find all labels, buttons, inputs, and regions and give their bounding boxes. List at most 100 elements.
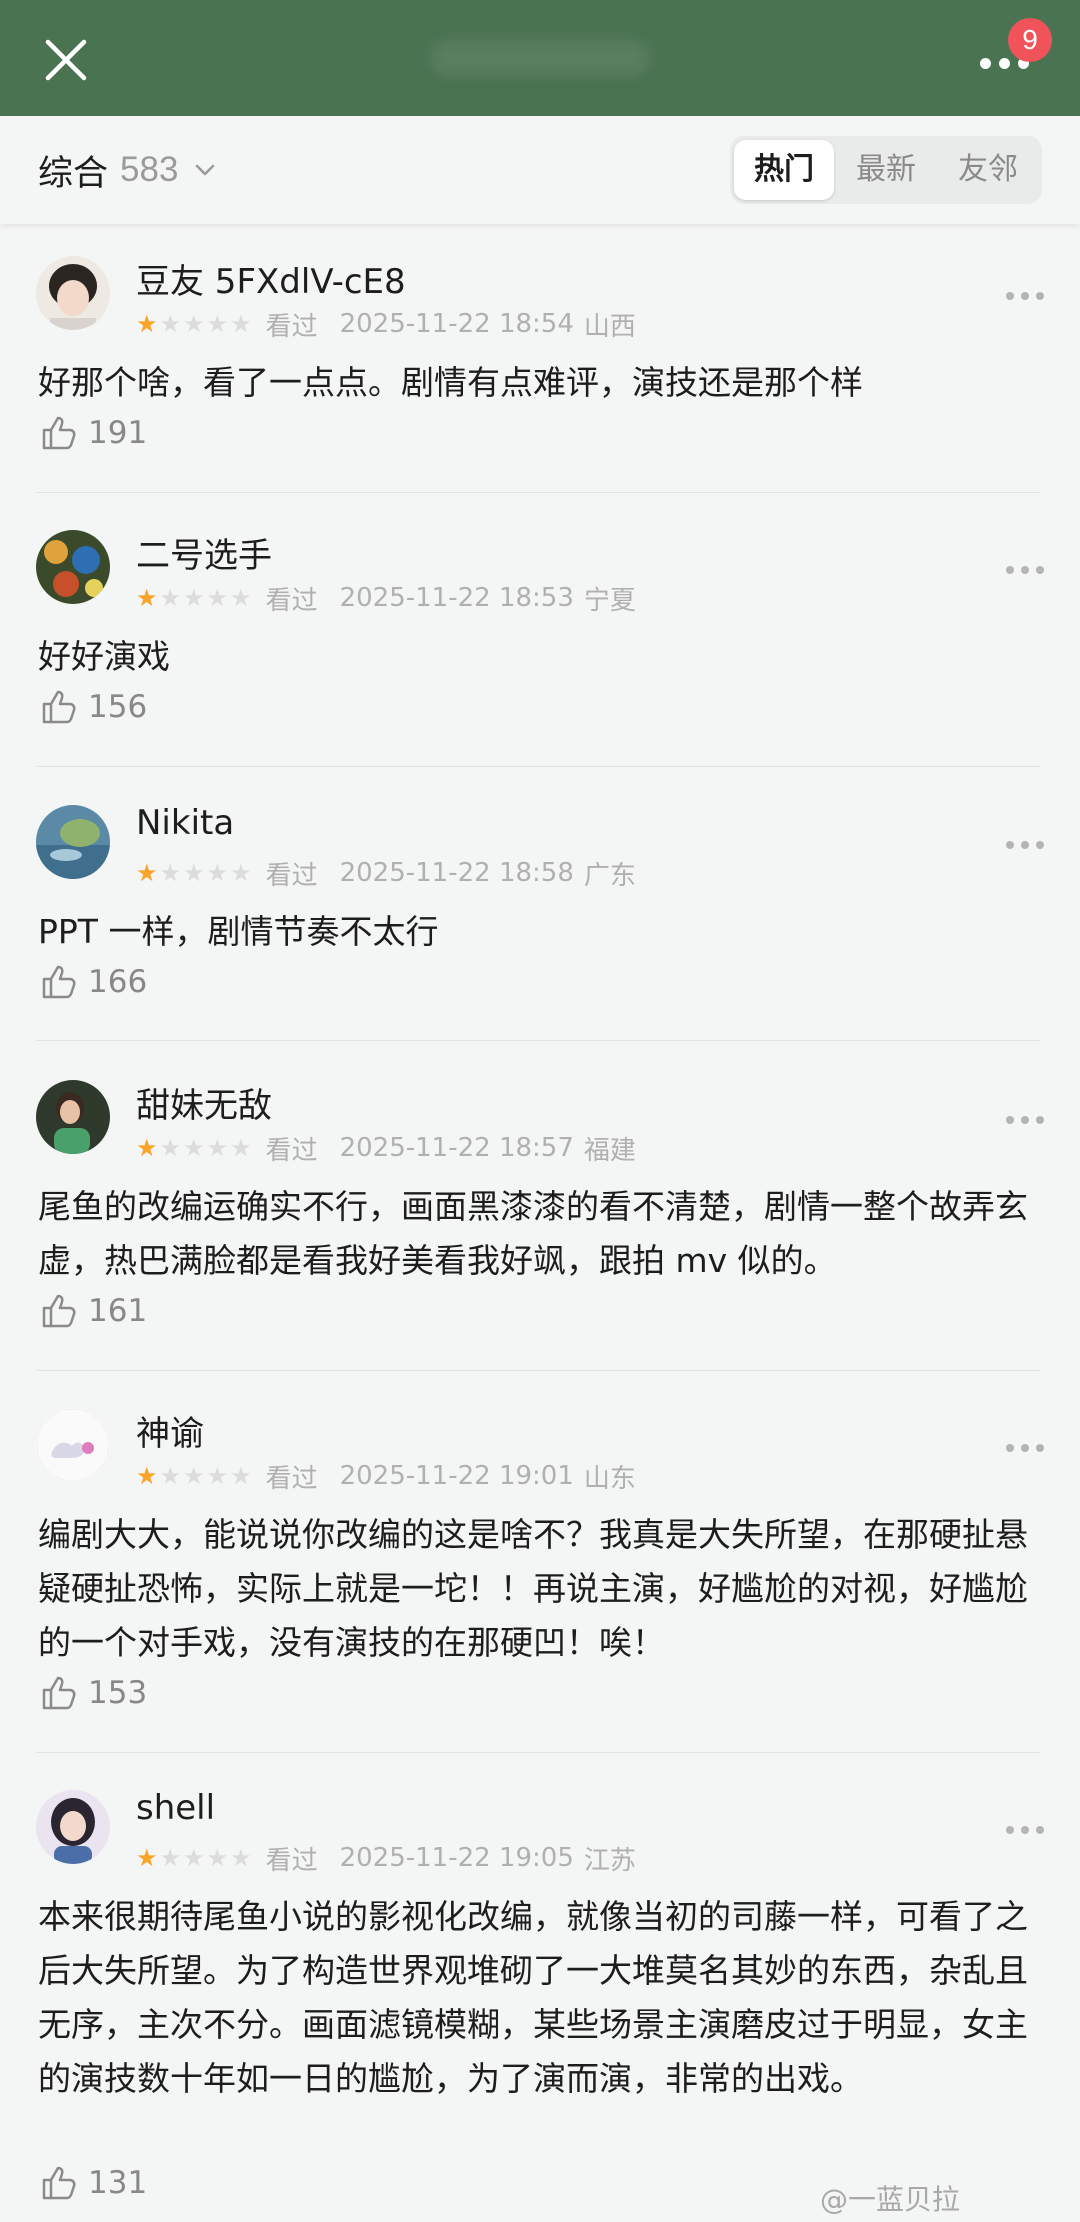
star-icon: ★ bbox=[183, 1462, 205, 1490]
star-rating: ★ ★ ★ ★ ★ bbox=[136, 1846, 252, 1870]
star-icon: ★ bbox=[230, 859, 252, 887]
star-rating: ★ ★ ★ ★ ★ bbox=[136, 586, 252, 610]
review-count: 583 bbox=[120, 150, 179, 189]
star-rating: ★ ★ ★ ★ ★ bbox=[136, 1464, 252, 1488]
star-icon: ★ bbox=[230, 1462, 252, 1490]
thumbs-up-icon bbox=[42, 690, 76, 724]
star-icon: ★ bbox=[159, 310, 182, 338]
review-text: 本来很期待尾鱼小说的影视化改编，就像当初的司藤一样，可看了之后大失所望。为了构造… bbox=[38, 1897, 1028, 2098]
like-button[interactable]: 131 bbox=[38, 2162, 147, 2204]
star-icon: ★ bbox=[136, 859, 158, 887]
star-icon: ★ bbox=[183, 1134, 205, 1162]
tab-friends[interactable]: 友邻 bbox=[938, 140, 1038, 200]
star-icon: ★ bbox=[206, 1134, 229, 1162]
avatar[interactable] bbox=[36, 256, 110, 330]
review-location: 宁夏 bbox=[583, 585, 636, 616]
star-icon: ★ bbox=[230, 310, 252, 338]
like-button[interactable]: 191 bbox=[38, 412, 147, 454]
author-name[interactable]: 豆友 5FXdlV-cE8 bbox=[136, 254, 406, 303]
review-more-button[interactable] bbox=[1006, 566, 1044, 576]
watch-status: 看过 bbox=[265, 860, 318, 891]
author-name[interactable]: shell bbox=[136, 1788, 215, 1828]
review-text: 尾鱼的改编运确实不行，画面黑漆漆的看不清楚，剧情一整个故弄玄虚，热巴满脸都是看我… bbox=[38, 1187, 1028, 1280]
avatar[interactable] bbox=[36, 805, 110, 879]
review-location: 福建 bbox=[583, 1135, 636, 1166]
chevron-down-icon bbox=[196, 164, 215, 176]
review-text: 好好演戏 bbox=[38, 637, 170, 676]
review-time: 2025-11-22 18:53 bbox=[339, 583, 574, 613]
avatar[interactable] bbox=[36, 1080, 110, 1154]
tab-group: 热门 最新 友邻 bbox=[730, 136, 1042, 204]
review-more-button[interactable] bbox=[1006, 1116, 1044, 1126]
review-text: 编剧大大，能说说你改编的这是啥不？我真是大失所望，在那硬扯悬疑硬扯恐怖，实际上就… bbox=[38, 1515, 1028, 1662]
review-meta: ★ ★ ★ ★ ★ 看过 2025-11-22 18:58 广东 bbox=[136, 855, 636, 891]
star-icon: ★ bbox=[183, 1844, 205, 1872]
star-icon: ★ bbox=[230, 1134, 252, 1162]
divider bbox=[36, 1370, 1040, 1371]
like-button[interactable]: 153 bbox=[38, 1672, 147, 1714]
review-more-button[interactable] bbox=[1006, 1444, 1044, 1454]
weibo-watermark: @一蓝贝拉 bbox=[820, 2183, 961, 2216]
review-more-button[interactable] bbox=[1006, 292, 1044, 302]
avatar[interactable] bbox=[36, 1790, 110, 1864]
review-text: 好那个啥，看了一点点。剧情有点难评，演技还是那个样 bbox=[38, 363, 863, 402]
review-location: 山东 bbox=[583, 1463, 636, 1494]
star-icon: ★ bbox=[136, 584, 158, 612]
tab-latest[interactable]: 最新 bbox=[836, 140, 936, 200]
like-count: 161 bbox=[88, 1293, 148, 1329]
like-button[interactable]: 161 bbox=[38, 1290, 147, 1332]
author-name[interactable]: 甜妹无敌 bbox=[136, 1078, 272, 1127]
watch-status: 看过 bbox=[265, 585, 318, 616]
star-rating: ★ ★ ★ ★ ★ bbox=[136, 312, 252, 336]
star-icon: ★ bbox=[206, 1844, 229, 1872]
star-icon: ★ bbox=[159, 1462, 182, 1490]
like-count: 191 bbox=[88, 415, 148, 451]
star-icon: ★ bbox=[159, 859, 182, 887]
thumbs-up-icon bbox=[42, 1676, 76, 1710]
star-icon: ★ bbox=[159, 1134, 182, 1162]
review-location: 广东 bbox=[583, 860, 636, 891]
star-icon: ★ bbox=[206, 310, 229, 338]
like-count: 131 bbox=[88, 2165, 148, 2201]
review-meta: ★ ★ ★ ★ ★ 看过 2025-11-22 18:57 福建 bbox=[136, 1130, 636, 1166]
like-button[interactable]: 156 bbox=[38, 686, 147, 728]
review-time: 2025-11-22 19:01 bbox=[339, 1461, 574, 1491]
star-rating: ★ ★ ★ ★ ★ bbox=[136, 1136, 252, 1160]
more-dot-icon bbox=[980, 58, 991, 69]
top-bar: 9 bbox=[0, 0, 1080, 116]
like-count: 153 bbox=[88, 1675, 148, 1711]
star-icon: ★ bbox=[136, 310, 158, 338]
like-button[interactable]: 166 bbox=[38, 961, 147, 1003]
review-more-button[interactable] bbox=[1006, 841, 1044, 851]
like-count: 156 bbox=[88, 689, 148, 725]
tab-hot[interactable]: 热门 bbox=[734, 140, 834, 200]
divider bbox=[36, 766, 1040, 767]
thumbs-up-icon bbox=[42, 2166, 76, 2200]
avatar[interactable] bbox=[36, 1408, 110, 1482]
author-name[interactable]: 神谕 bbox=[136, 1406, 204, 1455]
more-dot-icon bbox=[999, 58, 1010, 69]
star-icon: ★ bbox=[183, 859, 205, 887]
watch-status: 看过 bbox=[265, 311, 318, 342]
star-icon: ★ bbox=[159, 584, 182, 612]
review-location: 江苏 bbox=[583, 1845, 636, 1876]
star-icon: ★ bbox=[136, 1134, 158, 1162]
review-more-button[interactable] bbox=[1006, 1826, 1044, 1836]
thumbs-up-icon bbox=[42, 965, 76, 999]
review-time: 2025-11-22 18:54 bbox=[339, 309, 574, 339]
star-icon: ★ bbox=[136, 1844, 158, 1872]
sort-dropdown[interactable]: 综合 583 bbox=[38, 116, 220, 224]
author-name[interactable]: Nikita bbox=[136, 803, 234, 843]
close-button[interactable] bbox=[36, 30, 96, 90]
star-icon: ★ bbox=[206, 859, 229, 887]
sort-label: 综合 bbox=[38, 153, 109, 194]
star-icon: ★ bbox=[206, 584, 229, 612]
author-name[interactable]: 二号选手 bbox=[136, 528, 272, 577]
avatar[interactable] bbox=[36, 530, 110, 604]
star-icon: ★ bbox=[206, 1462, 229, 1490]
star-icon: ★ bbox=[230, 584, 252, 612]
notification-badge: 9 bbox=[1008, 18, 1052, 62]
close-icon bbox=[45, 39, 87, 81]
thumbs-up-icon bbox=[42, 416, 76, 450]
watch-status: 看过 bbox=[265, 1845, 318, 1876]
